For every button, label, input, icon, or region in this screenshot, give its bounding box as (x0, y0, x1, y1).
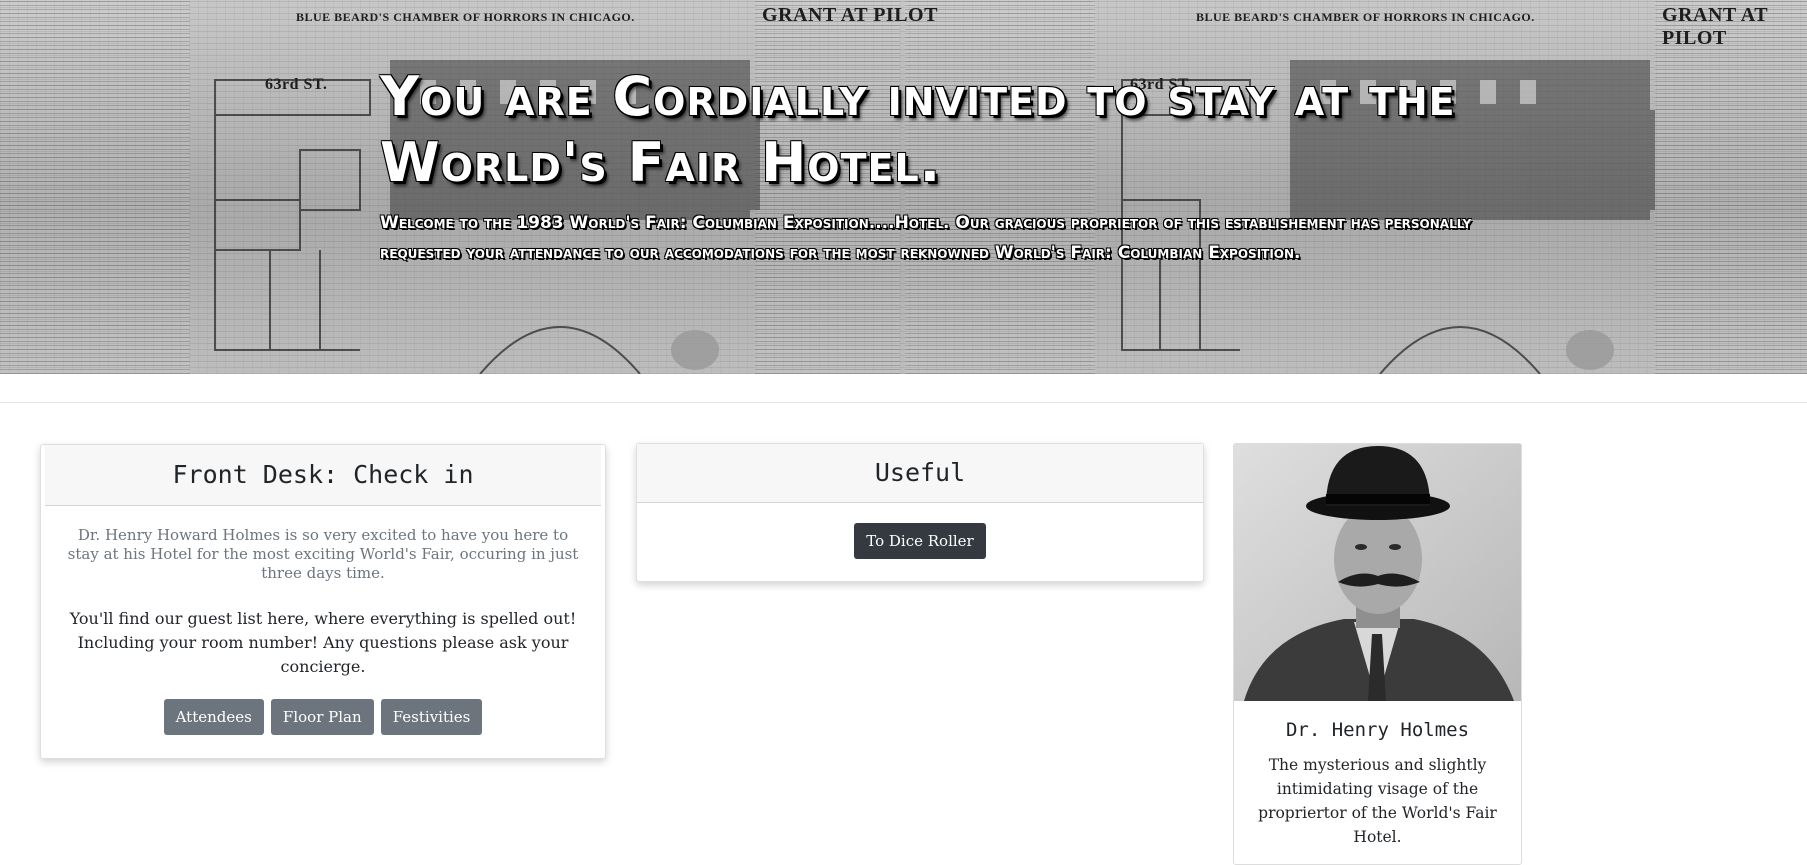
column-headline: GRANT AT PILOT (762, 4, 938, 26)
checkin-body: You'll find our guest list here, where e… (69, 609, 577, 676)
checkin-button-group: Attendees Floor Plan Festivities (41, 699, 605, 735)
portrait-photo (1234, 444, 1521, 701)
profile-card: Dr. Henry Holmes The mysterious and slig… (1233, 443, 1522, 865)
useful-title: Useful (637, 444, 1203, 503)
checkin-title: Front Desk: Check in (45, 445, 601, 506)
checkin-card: Front Desk: Check in Dr. Henry Howard Ho… (40, 444, 606, 759)
portrait-icon (1234, 444, 1521, 701)
profile-description: The mysterious and slightly intimidating… (1258, 756, 1497, 846)
newspaper-headline: BLUE BEARD'S CHAMBER OF HORRORS IN CHICA… (296, 10, 635, 24)
divider (0, 402, 1807, 403)
floor-plan-button[interactable]: Floor Plan (270, 699, 374, 735)
festivities-button[interactable]: Festivities (380, 699, 483, 735)
attendees-button[interactable]: Attendees (163, 699, 264, 735)
useful-card: Useful To Dice Roller (636, 443, 1204, 582)
checkin-intro: Dr. Henry Howard Holmes is so very excit… (67, 526, 579, 582)
section-spacer (0, 374, 1807, 402)
column-headline: GRANT AT PILOT (1662, 4, 1768, 49)
hero-subtitle: Welcome to the 1983 World's Fair: Columb… (380, 213, 1472, 263)
newspaper-headline: BLUE BEARD'S CHAMBER OF HORRORS IN CHICA… (1196, 10, 1535, 24)
hero-banner: BLUE BEARD'S CHAMBER OF HORRORS IN CHICA… (0, 0, 1807, 374)
hero-title: You are Cordially invited to stay at the… (380, 65, 1456, 194)
dice-roller-button[interactable]: To Dice Roller (854, 523, 986, 559)
profile-name: Dr. Henry Holmes (1285, 719, 1470, 741)
street-label: 63rd ST. (265, 76, 328, 93)
